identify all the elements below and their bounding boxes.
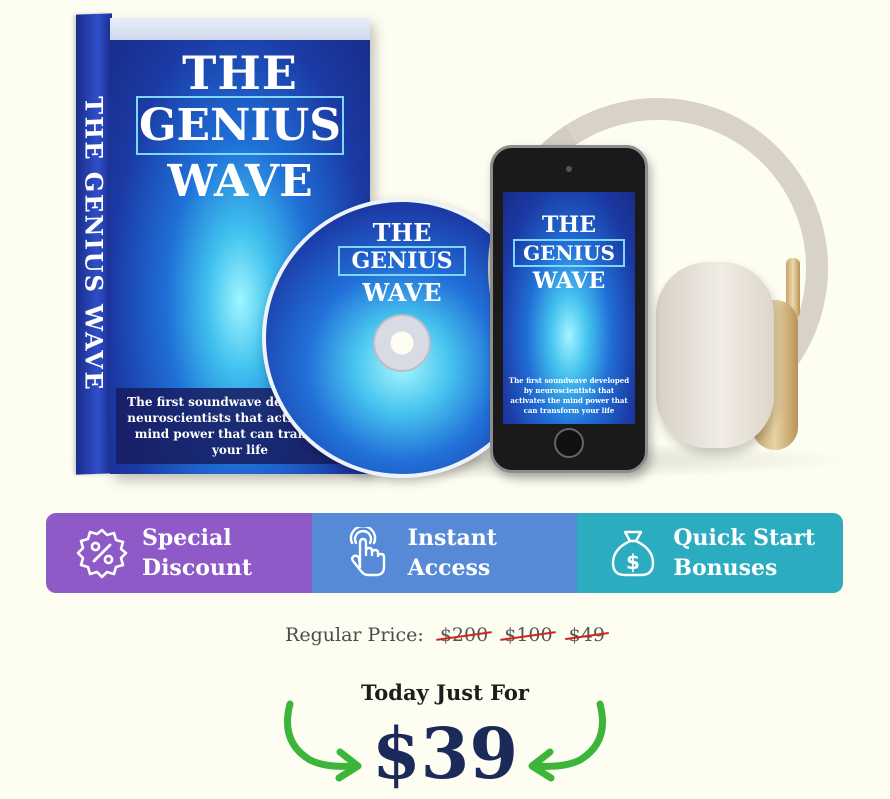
old-price: $100 — [504, 624, 553, 646]
dvd-spine-title: THE GENIUS WAVE — [79, 96, 109, 392]
headphones-earcup — [656, 262, 774, 448]
phone-screen: THE GENIUS WAVE The first soundwave deve… — [503, 192, 635, 424]
feature-line-2: Bonuses — [673, 555, 778, 581]
regular-price-label: Regular Price: — [285, 624, 424, 646]
feature-special-discount: Special Discount — [46, 513, 312, 593]
regular-price-row: Regular Price: $200 $100 $49 — [0, 624, 890, 646]
today-just-for-label: Today Just For — [361, 680, 529, 705]
phone-speaker — [566, 166, 572, 172]
feature-line-2: Discount — [142, 555, 253, 581]
feature-line-1: Quick Start — [673, 525, 816, 551]
tap-hand-icon — [349, 527, 385, 577]
cover-title-line-2: GENIUS — [136, 96, 344, 155]
feature-line-1: Instant — [407, 525, 497, 551]
product-bundle-image: THE GENIUS WAVE THE GENIUS WAVE The firs… — [0, 0, 890, 500]
green-arrow-right-icon — [528, 700, 606, 782]
feature-label-special-discount: Special Discount — [142, 523, 252, 583]
smartphone: THE GENIUS WAVE The first soundwave deve… — [490, 145, 648, 473]
phone-home-button — [554, 428, 584, 458]
dvd-case-spine: THE GENIUS WAVE — [76, 13, 112, 475]
feature-line-2: Access — [407, 555, 491, 581]
old-price: $200 — [439, 624, 489, 646]
phone-title-line-3: WAVE — [532, 268, 606, 294]
cover-title-line-3: WAVE — [167, 156, 313, 207]
old-price: $49 — [568, 624, 605, 646]
disc-title-line-2: GENIUS — [338, 246, 466, 276]
money-bag-icon: $ — [612, 530, 655, 577]
phone-tagline: The first soundwave developed by neurosc… — [508, 376, 630, 415]
feature-label-instant-access: Instant Access — [408, 523, 497, 583]
percent-badge-icon — [76, 528, 128, 579]
cover-title-line-1: THE — [182, 46, 298, 100]
phone-title-line-2: GENIUS — [513, 239, 625, 267]
feature-instant-access: Instant Access — [311, 513, 578, 593]
feature-quick-start-bonuses: $ Quick Start Bonuses — [577, 513, 843, 593]
feature-label-quick-start-bonuses: Quick Start Bonuses — [673, 523, 815, 583]
feature-bar: Special Discount Instant Access $ Quick … — [46, 513, 843, 593]
phone-title-line-1: THE — [542, 212, 596, 238]
svg-text:$: $ — [626, 550, 640, 574]
sale-price: $39 — [371, 712, 519, 795]
disc-center-hole — [373, 314, 431, 373]
feature-line-1: Special — [142, 525, 232, 551]
